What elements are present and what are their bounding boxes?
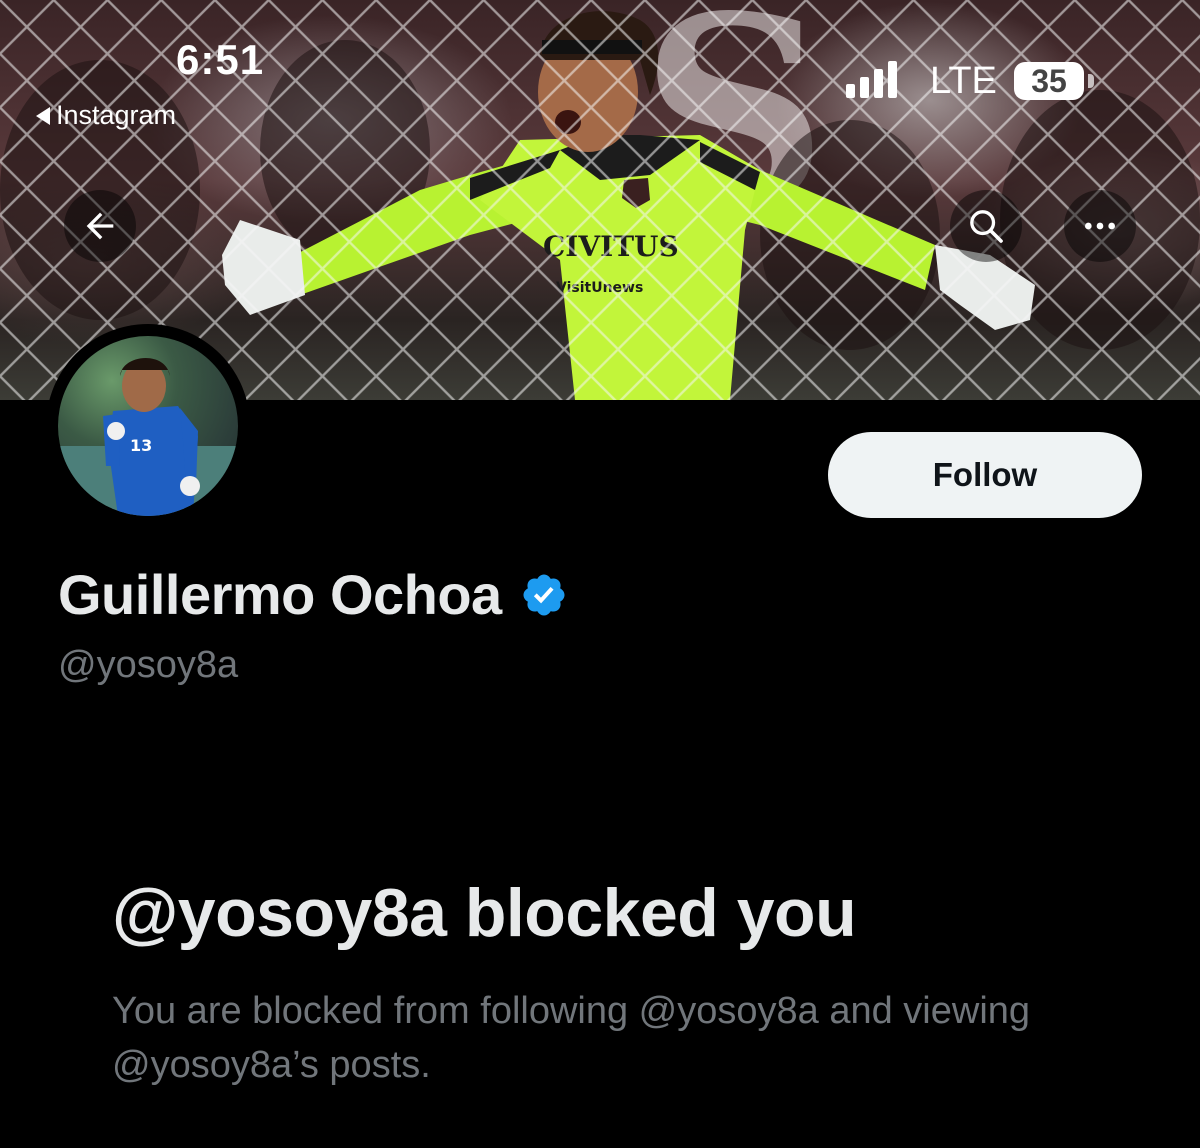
svg-text:13: 13 xyxy=(130,436,152,455)
profile-name-row: Guillermo Ochoa xyxy=(58,562,568,627)
back-button[interactable] xyxy=(64,190,136,262)
status-time: 6:51 xyxy=(176,36,265,83)
search-button[interactable] xyxy=(950,190,1022,262)
back-to-app-link[interactable]: Instagram xyxy=(36,100,176,131)
profile-name: Guillermo Ochoa xyxy=(58,563,502,626)
avatar-player-figure: 13 xyxy=(58,357,238,516)
battery-tip xyxy=(1088,74,1094,88)
more-horizontal-icon xyxy=(1085,222,1115,230)
avatar-image: 13 xyxy=(58,336,238,516)
network-type: LTE xyxy=(930,60,997,102)
profile-avatar[interactable]: 13 xyxy=(46,324,250,528)
search-icon xyxy=(970,210,1003,243)
profile-handle: @yosoy8a xyxy=(58,644,239,686)
back-app-label: Instagram xyxy=(56,100,177,130)
battery-icon: 35 xyxy=(1014,62,1084,100)
battery-level: 35 xyxy=(1031,63,1067,99)
blocked-title: @yosoy8a blocked you xyxy=(112,875,857,951)
cellular-signal-icon xyxy=(846,58,897,98)
follow-button[interactable]: Follow xyxy=(828,432,1142,518)
more-button[interactable] xyxy=(1064,190,1136,262)
verified-badge-icon[interactable] xyxy=(520,571,568,619)
back-triangle-icon xyxy=(36,106,50,125)
blocked-description: You are blocked from following @yosoy8a … xyxy=(112,990,1031,1086)
arrow-left-icon xyxy=(86,212,114,240)
